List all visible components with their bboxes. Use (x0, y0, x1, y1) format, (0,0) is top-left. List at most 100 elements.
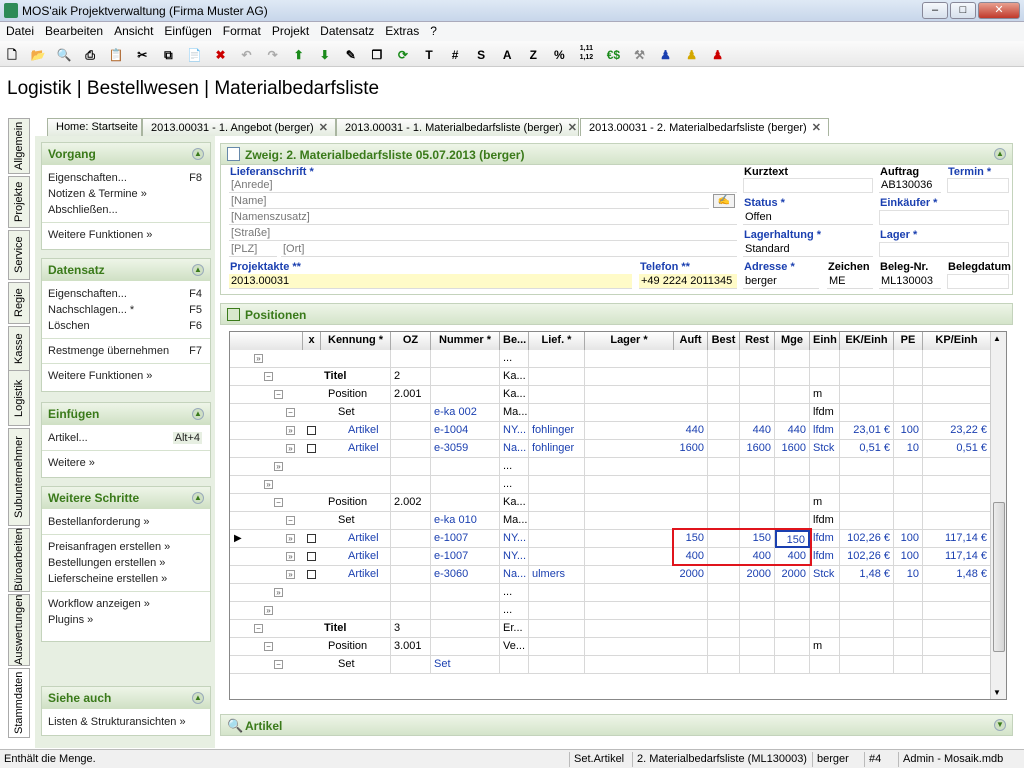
document-tab[interactable]: 2013.00031 - 2. Materialbedarfsliste (be… (580, 118, 829, 136)
group-header[interactable]: Weitere Schritte ▲ (42, 487, 210, 509)
cell-ek[interactable] (840, 386, 894, 404)
document-tab[interactable]: 2013.00031 - 1. Materialbedarfsliste (be… (336, 118, 579, 136)
row-checkbox[interactable] (307, 534, 316, 543)
cell-pe[interactable]: 100 (894, 422, 923, 440)
text-t-button[interactable]: T (419, 45, 439, 65)
cell-rest[interactable] (740, 584, 775, 602)
cell-lief[interactable] (529, 512, 585, 530)
tab-close-icon[interactable]: ✕ (319, 122, 328, 134)
cell-mge[interactable]: 2000 (775, 566, 810, 584)
cell-lief[interactable] (529, 584, 585, 602)
collapse-icon[interactable]: ▲ (192, 492, 204, 504)
column-header[interactable]: EK/Einh (840, 332, 894, 350)
module-tab-büroarbeiten[interactable]: Büroarbeiten (8, 528, 30, 592)
cell-be[interactable]: NY... (500, 422, 529, 440)
table-row[interactable]: » Artikel e-3060 Na... ulmers 2000 2000 2000 Stc… (230, 566, 991, 584)
user-yellow-icon[interactable]: ♟ (682, 45, 702, 65)
cell-kp[interactable] (923, 404, 991, 422)
cell-be[interactable]: Na... (500, 566, 529, 584)
cell-oz[interactable] (391, 602, 431, 620)
cell-lief[interactable] (529, 602, 585, 620)
cell-best[interactable] (708, 656, 740, 674)
collapse-icon[interactable]: ▲ (192, 408, 204, 420)
cell-best[interactable] (708, 566, 740, 584)
column-header[interactable]: Rest (740, 332, 775, 350)
cell-rest[interactable] (740, 602, 775, 620)
tree-leaf-icon[interactable]: » (264, 480, 273, 489)
name-field[interactable]: [Name] (229, 194, 709, 209)
row-checkbox[interactable] (307, 444, 316, 453)
cell-best[interactable] (708, 386, 740, 404)
projektakte-field[interactable]: 2013.00031 (229, 274, 632, 289)
cell-kp[interactable] (923, 494, 991, 512)
table-row[interactable]: − Position 2.002 Ka... m (230, 494, 991, 512)
preview-icon[interactable]: 🔍 (54, 45, 74, 65)
open-icon[interactable]: 📂 (28, 45, 48, 65)
cell-be[interactable]: Ka... (500, 494, 529, 512)
menu-item[interactable]: Datensatz (314, 22, 379, 38)
cell-ek[interactable] (840, 602, 894, 620)
cell-lief[interactable] (529, 404, 585, 422)
cell-be[interactable]: ... (500, 350, 529, 368)
cell-nummer[interactable] (431, 602, 500, 620)
table-row[interactable]: ▶» Artikel e-1007 NY... 150 150 150 lfdm 102,26 … (230, 530, 991, 548)
cell-mge[interactable] (775, 476, 810, 494)
cell-rest[interactable] (740, 458, 775, 476)
cell-einh[interactable] (810, 350, 840, 368)
cell-kp[interactable]: 0,51 € (923, 440, 991, 458)
module-tab-auswertungen[interactable]: Auswertungen (8, 594, 30, 666)
tab-close-icon[interactable]: ✕ (812, 122, 821, 134)
cell-lief[interactable] (529, 494, 585, 512)
cell-kennung[interactable]: Titel (321, 620, 391, 638)
cell-oz[interactable] (391, 584, 431, 602)
lagerhaltung-field[interactable]: Standard (743, 242, 873, 257)
cell-lief[interactable] (529, 476, 585, 494)
paste-icon[interactable]: 📄 (184, 45, 204, 65)
cell-lief[interactable] (529, 656, 585, 674)
cell-ek[interactable] (840, 638, 894, 656)
row-checkbox[interactable] (307, 426, 316, 435)
tree-collapse-icon[interactable]: − (274, 390, 283, 399)
hash-button[interactable]: # (445, 45, 465, 65)
cell-ek[interactable] (840, 350, 894, 368)
cell-auft[interactable] (674, 584, 708, 602)
cell-kp[interactable] (923, 368, 991, 386)
cell-lief[interactable] (529, 638, 585, 656)
link-artikel[interactable]: Artikel... Alt+4 (42, 430, 210, 446)
scroll-thumb[interactable] (993, 502, 1005, 652)
table-row[interactable]: − Titel 2 Ka... (230, 368, 991, 386)
cell-lief[interactable] (529, 458, 585, 476)
cell-ek[interactable] (840, 404, 894, 422)
cell-auft[interactable] (674, 458, 708, 476)
cell-mge[interactable] (775, 404, 810, 422)
cell-lief[interactable]: ulmers (529, 566, 585, 584)
column-header[interactable]: PE (894, 332, 923, 350)
cell-kp[interactable] (923, 620, 991, 638)
cell-einh[interactable]: lfdm (810, 422, 840, 440)
cell-lief[interactable] (529, 386, 585, 404)
cell-auft[interactable] (674, 494, 708, 512)
document-tab[interactable]: 2013.00031 - 1. Angebot (berger) ✕ (142, 118, 336, 136)
menu-item[interactable]: Bearbeiten (39, 22, 108, 38)
tree-collapse-icon[interactable]: − (286, 516, 295, 525)
section-header-artikel[interactable]: 🔍 Artikel ▼ (220, 714, 1013, 736)
cell-pe[interactable] (894, 584, 923, 602)
vertical-scrollbar[interactable]: ▲ ▼ (990, 332, 1006, 699)
tree-collapse-icon[interactable]: − (264, 642, 273, 651)
cell-pe[interactable] (894, 602, 923, 620)
link-restmenge[interactable]: Restmenge übernehmen F7 (42, 343, 210, 359)
cell-nummer[interactable]: e-3060 (431, 566, 500, 584)
cell-nummer[interactable] (431, 368, 500, 386)
collapse-icon[interactable]: ▲ (192, 264, 204, 276)
cell-einh[interactable] (810, 584, 840, 602)
expand-icon[interactable]: ▼ (994, 719, 1006, 731)
anrede-field[interactable]: [Anrede] (229, 178, 737, 193)
cell-einh[interactable]: lfdm (810, 548, 840, 566)
telefon-field[interactable]: +49 2224 2011345 (639, 274, 737, 289)
cell-oz[interactable] (391, 458, 431, 476)
module-tab-allgemein[interactable]: Allgemein (8, 118, 30, 174)
link-plugins[interactable]: Plugins » (42, 612, 210, 628)
cell-best[interactable] (708, 440, 740, 458)
cell-einh[interactable]: lfdm (810, 512, 840, 530)
cell-lief[interactable] (529, 350, 585, 368)
